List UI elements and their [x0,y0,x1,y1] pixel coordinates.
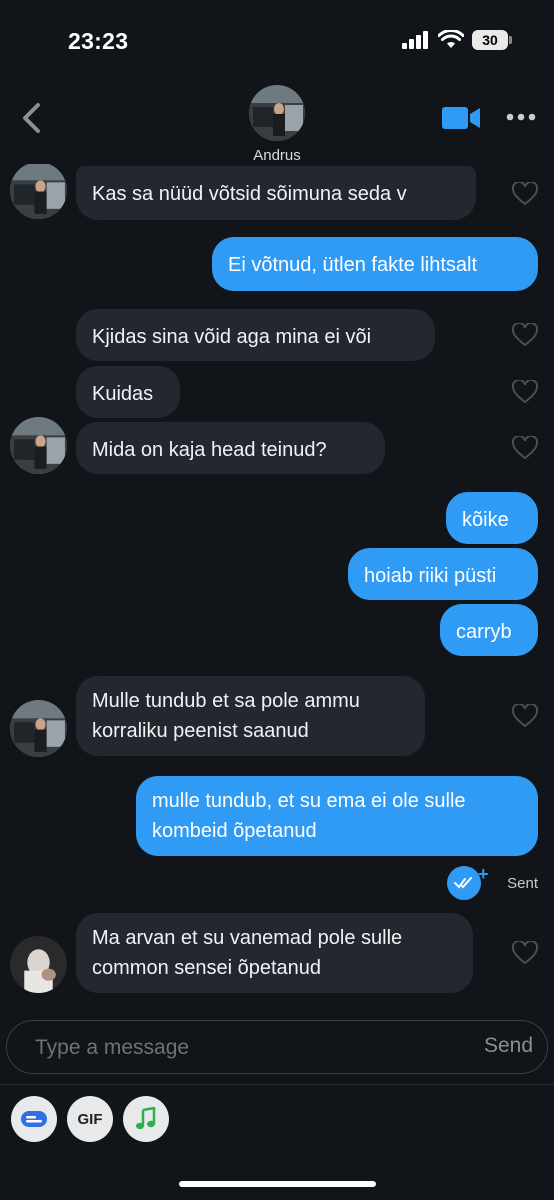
music-button[interactable] [123,1096,169,1142]
message-line: korraliku peenist saanud [92,720,309,742]
heart-icon[interactable] [512,704,538,728]
message-line: kombeid õpetanud [152,820,317,842]
heart-icon[interactable] [512,941,538,965]
more-options-icon[interactable] [506,113,536,121]
chat-header: Andrus [0,80,554,168]
sender-avatar[interactable] [10,700,67,757]
avatar-photo [10,700,67,757]
plus-icon: + [478,864,489,884]
divider [0,1084,554,1085]
message-bubble-incoming[interactable]: Kuidas [76,366,180,418]
message-bubble-incoming[interactable]: Ma arvan et su vanemad pole sulle common… [76,913,473,993]
sticker-icon [21,1111,47,1127]
signal-icon [402,31,428,49]
heart-icon[interactable] [512,380,538,404]
contact-name[interactable]: Andrus [0,147,554,164]
message-composer: Send [6,1020,548,1074]
sticker-button[interactable] [11,1096,57,1142]
status-icons: 30 [402,30,512,50]
sender-avatar[interactable] [10,936,67,993]
message-bubble-incoming[interactable]: Kas sa nüüd võtsid sõimuna seda v [76,166,476,220]
sender-avatar[interactable] [10,164,67,219]
send-button[interactable]: Send [484,1034,533,1058]
avatar-photo [249,85,305,141]
message-line: Ma arvan et su vanemad pole sulle [92,927,403,949]
home-indicator[interactable] [179,1181,376,1187]
heart-icon[interactable] [512,323,538,347]
battery-icon: 30 [472,30,512,50]
message-bubble-incoming[interactable]: Mida on kaja head teinud? [76,422,385,474]
avatar-photo [10,164,67,219]
back-arrow-icon[interactable] [20,102,44,134]
avatar-photo [10,417,67,474]
gif-label: GIF [77,1110,103,1128]
music-note-icon [136,1107,156,1130]
message-bubble-incoming[interactable]: Kjidas sina võid aga mina ei või [76,309,435,361]
avatar-photo [10,936,67,993]
message-line: Mulle tundub et sa pole ammu [92,690,360,712]
message-line: common sensei õpetanud [92,957,322,979]
heart-icon[interactable] [512,182,538,206]
message-line: mulle tundub, et su ema ei ole sulle [152,790,466,812]
message-bubble-outgoing[interactable]: mulle tundub, et su ema ei ole sulle kom… [136,776,538,856]
sent-check-icon [447,866,482,900]
message-bubble-outgoing[interactable]: carryb [440,604,538,656]
status-bar: 23:23 30 [0,0,554,80]
video-call-icon[interactable] [442,106,480,130]
message-bubble-outgoing[interactable]: hoiab riiki püsti [348,548,538,600]
sender-avatar[interactable] [10,417,67,474]
contact-avatar[interactable] [249,85,305,141]
message-bubble-outgoing[interactable]: Ei võtnud, ütlen fakte lihtsalt [212,237,538,291]
message-bubble-outgoing[interactable]: kõike [446,492,538,544]
read-receipt: Sent [447,866,538,900]
message-input[interactable] [33,1031,437,1065]
message-bubble-incoming[interactable]: Mulle tundub et sa pole ammu korraliku p… [76,676,425,756]
status-time: 23:23 [68,28,129,54]
wifi-icon [438,30,464,48]
sent-label: Sent [507,874,538,892]
heart-icon[interactable] [512,436,538,460]
gif-button[interactable]: GIF [67,1096,113,1142]
